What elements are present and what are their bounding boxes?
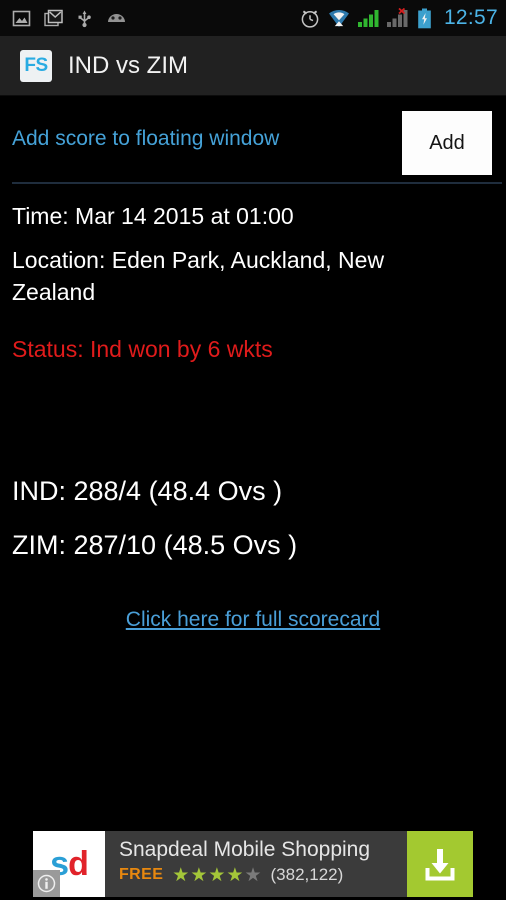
status-bar: 12:57: [0, 0, 506, 36]
ad-subtitle-row: FREE ★ ★ ★ ★ ★ (382,122): [119, 865, 407, 885]
ad-advertiser-logo: sd: [33, 831, 105, 897]
score-list: IND: 288/4 (48.4 Ovs ) ZIM: 287/10 (48.5…: [12, 464, 482, 572]
star-filled-icon: ★: [226, 864, 244, 886]
star-filled-icon: ★: [172, 864, 190, 886]
section-divider: [12, 182, 502, 184]
status-bar-right-icons: 12:57: [299, 6, 498, 30]
wifi-icon: [328, 9, 349, 27]
match-location: Location: Eden Park, Auckland, New Zeala…: [12, 247, 385, 305]
info-icon: [37, 874, 56, 893]
score-line: IND: 288/4 (48.4 Ovs ): [12, 476, 283, 506]
status-bar-clock: 12:57: [443, 6, 498, 29]
ad-banner[interactable]: sd Snapdeal Mobile Shopping FREE ★ ★ ★ ★…: [33, 831, 473, 897]
alarm-icon: [301, 10, 319, 28]
ad-text-body: Snapdeal Mobile Shopping FREE ★ ★ ★ ★ ★ …: [105, 831, 407, 897]
ad-info-badge[interactable]: [33, 870, 60, 897]
ad-price-label: FREE: [119, 866, 164, 883]
page-title: IND vs ZIM: [68, 51, 188, 79]
star-filled-icon: ★: [208, 864, 226, 886]
ad-logo-letter-d: d: [68, 845, 89, 883]
ad-download-button[interactable]: [407, 831, 473, 897]
ad-rating-count: (382,122): [270, 865, 344, 884]
signal-bars-icon: [357, 10, 379, 27]
battery-charging-icon: [418, 8, 431, 28]
status-bar-left-icons: [12, 9, 127, 28]
android-debug-icon: [108, 13, 125, 22]
signal-bars-no-service-icon: [386, 8, 408, 27]
download-icon: [425, 849, 455, 881]
action-bar: FS IND vs ZIM: [0, 36, 506, 96]
full-scorecard-link[interactable]: Click here for full scorecard: [126, 608, 380, 631]
score-line: ZIM: 287/10 (48.5 Ovs ): [12, 530, 298, 560]
add-score-button[interactable]: Add: [402, 111, 492, 175]
usb-icon: [78, 10, 91, 27]
star-empty-icon: ★: [244, 864, 262, 886]
match-time: Time: Mar 14 2015 at 01:00: [12, 203, 294, 229]
ad-title: Snapdeal Mobile Shopping: [119, 838, 371, 861]
match-status: Status: Ind won by 6 wkts: [12, 336, 273, 362]
match-details: Time: Mar 14 2015 at 01:00 Location: Ede…: [12, 200, 482, 364]
floating-window-label: Add score to floating window: [12, 127, 280, 150]
ad-rating-stars: ★ ★ ★ ★ ★: [172, 866, 261, 885]
app-logo-icon: FS: [20, 49, 52, 82]
gmail-icon: [44, 9, 63, 26]
scorecard-link-container: Click here for full scorecard: [0, 608, 506, 632]
screenshot-icon: [12, 10, 31, 26]
star-filled-icon: ★: [190, 864, 208, 886]
